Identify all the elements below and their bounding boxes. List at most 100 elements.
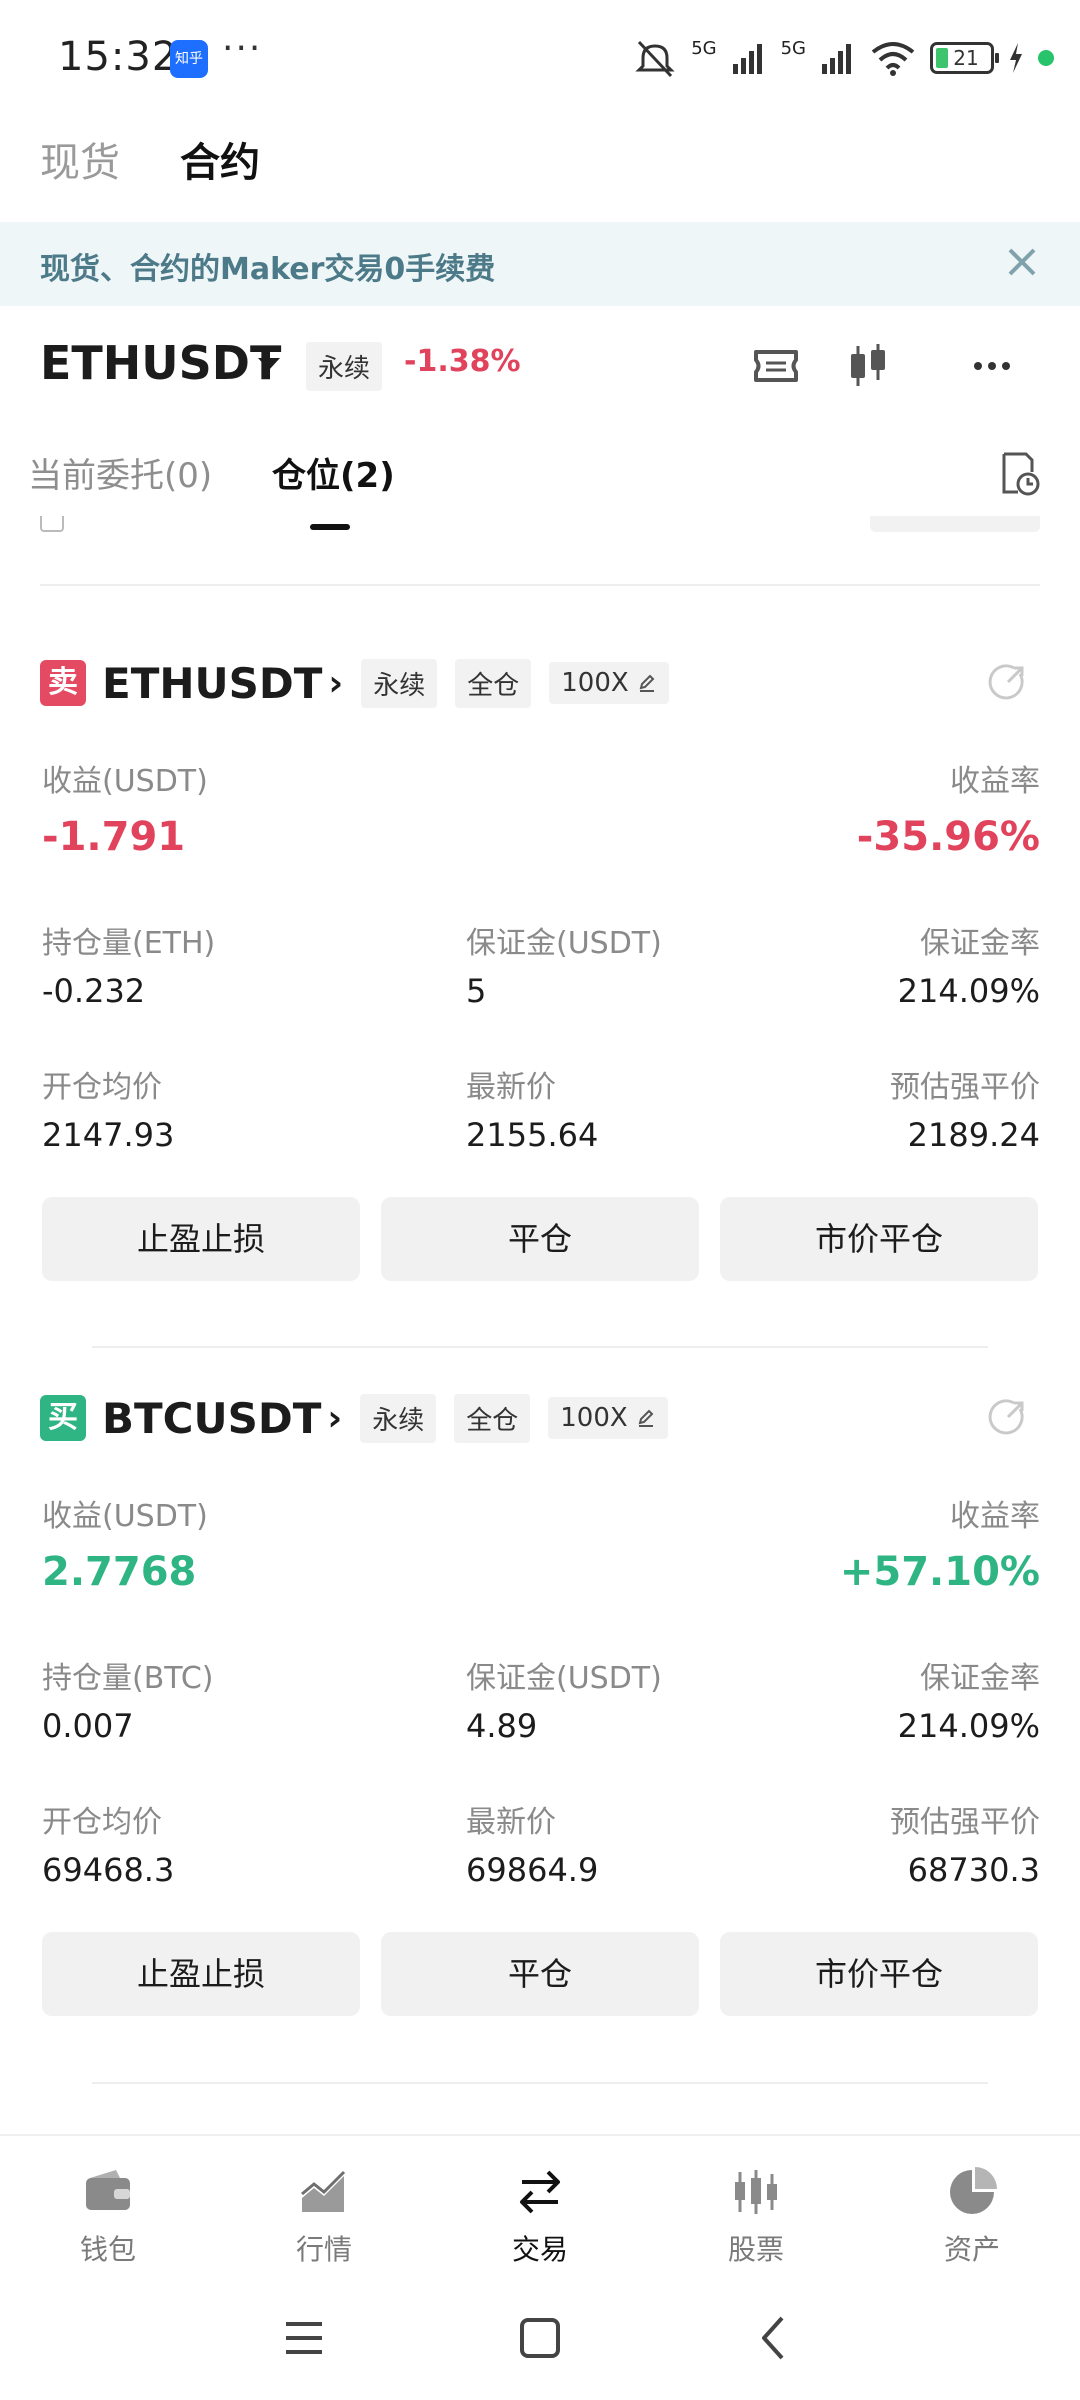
checkbox[interactable] (40, 516, 64, 532)
pnl-label: 收益(USDT) (42, 1499, 208, 1534)
margin-label: 保证金(USDT) (466, 1661, 662, 1696)
nav-wallet[interactable]: 钱包 (28, 2164, 188, 2268)
more-notifications-icon: ··· (222, 28, 263, 69)
chevron-right-icon[interactable]: › (327, 1398, 342, 1439)
size-value: 0.007 (42, 1707, 134, 1745)
side-badge: 卖 (40, 660, 86, 706)
nav-label: 行情 (295, 2233, 352, 2266)
contract-type-tag: 永续 (306, 342, 383, 391)
position-card-header: 卖 ETHUSDT › 永续 全仓 100X (40, 656, 669, 710)
margin-value: 4.89 (466, 1707, 538, 1745)
wallet-icon (86, 2170, 130, 2210)
nav-stocks[interactable]: 股票 (676, 2164, 836, 2268)
market-close-button[interactable]: 市价平仓 (720, 1932, 1038, 2016)
close-position-button[interactable]: 平仓 (381, 1932, 699, 2016)
battery-icon: 21 (930, 42, 999, 74)
position-tabs: 当前委托(0) 仓位(2) (0, 440, 1080, 530)
margin-value: 5 (466, 972, 487, 1010)
position-card: 卖 ETHUSDT › 永续 全仓 100X 收益(USDT) 收益率 -1.7… (0, 656, 1080, 1316)
recent-apps-icon[interactable] (274, 2308, 334, 2368)
candlestick-chart-icon[interactable] (840, 338, 896, 394)
home-icon[interactable] (510, 2308, 570, 2368)
chevron-down-icon[interactable] (258, 358, 280, 370)
liq-price-value: 2189.24 (907, 1116, 1040, 1154)
roi-value: +57.10% (839, 1549, 1040, 1595)
filter-dropdown[interactable] (870, 516, 1040, 532)
tab-contract[interactable]: 合约 (180, 130, 260, 188)
margin-ratio-value: 214.09% (897, 1707, 1040, 1745)
promo-banner[interactable]: 现货、合约的Maker交易0手续费 (0, 222, 1080, 306)
last-price-label: 最新价 (466, 1805, 556, 1840)
position-card: 买 BTCUSDT › 永续 全仓 100X 收益(USDT) 收益率 2.77… (0, 1391, 1080, 2051)
tab-positions[interactable]: 仓位(2) (272, 448, 395, 497)
position-symbol[interactable]: BTCUSDT (102, 1394, 321, 1443)
history-document-icon[interactable] (994, 448, 1044, 498)
market-close-button[interactable]: 市价平仓 (720, 1197, 1038, 1281)
leverage-tag[interactable]: 100X (549, 662, 669, 704)
margin-ratio-label: 保证金率 (920, 926, 1040, 961)
entry-price-value: 2147.93 (42, 1116, 175, 1154)
margin-mode-tag[interactable]: 全仓 (455, 658, 532, 708)
size-label: 持仓量(ETH) (42, 926, 216, 961)
pnl-value: 2.7768 (42, 1549, 197, 1595)
market-chart-icon (301, 2170, 346, 2212)
chevron-right-icon[interactable]: › (328, 663, 343, 704)
stocks-icon (735, 2170, 777, 2214)
roi-label: 收益率 (950, 1499, 1040, 1534)
liq-price-label: 预估强平价 (890, 1805, 1040, 1840)
nav-assets[interactable]: 资产 (892, 2164, 1052, 2268)
position-card-header: 买 BTCUSDT › 永续 全仓 100X (40, 1391, 668, 1445)
nav-trade[interactable]: 交易 (460, 2164, 620, 2268)
size-value: -0.232 (42, 972, 146, 1010)
leverage-tag[interactable]: 100X (548, 1397, 668, 1439)
market-type-tabs: 现货 合约 (0, 130, 1080, 220)
status-time: 15:32 (58, 34, 179, 80)
roi-label: 收益率 (950, 764, 1040, 799)
nav-label: 股票 (727, 2233, 784, 2266)
more-options-icon[interactable] (964, 338, 1020, 394)
close-icon[interactable] (1000, 240, 1044, 284)
last-price-label: 最新价 (466, 1070, 556, 1105)
scrolled-filter-row (40, 516, 1040, 546)
tab-spot[interactable]: 现货 (40, 130, 120, 188)
pnl-value: -1.791 (42, 814, 186, 860)
network-label-2: 5G (780, 37, 806, 59)
ticket-icon[interactable] (748, 338, 804, 394)
promo-banner-text: 现货、合约的Maker交易0手续费 (40, 252, 496, 287)
last-price-value: 2155.64 (466, 1116, 599, 1154)
margin-ratio-value: 214.09% (897, 972, 1040, 1010)
liq-price-label: 预估强平价 (890, 1070, 1040, 1105)
signal-icon (732, 44, 762, 74)
pair-header: ETHUSDT 永续 -1.38% (0, 330, 1080, 410)
trade-arrows-icon (520, 2170, 560, 2214)
entry-price-label: 开仓均价 (42, 1805, 162, 1840)
edit-pencil-icon (639, 674, 655, 692)
zhihu-app-icon: 知乎 (170, 40, 208, 78)
share-icon[interactable] (984, 660, 1030, 706)
entry-price-value: 69468.3 (42, 1851, 175, 1889)
roi-value: -35.96% (856, 814, 1040, 860)
pair-selector[interactable]: ETHUSDT (40, 336, 281, 390)
share-icon[interactable] (984, 1395, 1030, 1441)
tp-sl-button[interactable]: 止盈止损 (42, 1197, 360, 1281)
contract-type-tag: 永续 (360, 1393, 437, 1443)
divider (92, 2082, 988, 2084)
tab-open-orders[interactable]: 当前委托(0) (28, 448, 212, 497)
close-position-button[interactable]: 平仓 (381, 1197, 699, 1281)
liq-price-value: 68730.3 (907, 1851, 1040, 1889)
margin-mode-tag[interactable]: 全仓 (454, 1393, 531, 1443)
entry-price-label: 开仓均价 (42, 1070, 162, 1105)
privacy-indicator-dot (1038, 50, 1054, 66)
divider (40, 584, 1040, 586)
nav-label: 钱包 (79, 2233, 136, 2266)
margin-ratio-label: 保证金率 (920, 1661, 1040, 1696)
divider (92, 1346, 988, 1348)
tp-sl-button[interactable]: 止盈止损 (42, 1932, 360, 2016)
back-icon[interactable] (744, 2308, 804, 2368)
leverage-value: 100X (560, 1403, 628, 1433)
network-label-1: 5G (691, 37, 717, 59)
nav-label: 资产 (943, 2233, 1000, 2266)
wifi-icon (871, 42, 915, 76)
position-symbol[interactable]: ETHUSDT (102, 659, 322, 708)
nav-market[interactable]: 行情 (244, 2164, 404, 2268)
